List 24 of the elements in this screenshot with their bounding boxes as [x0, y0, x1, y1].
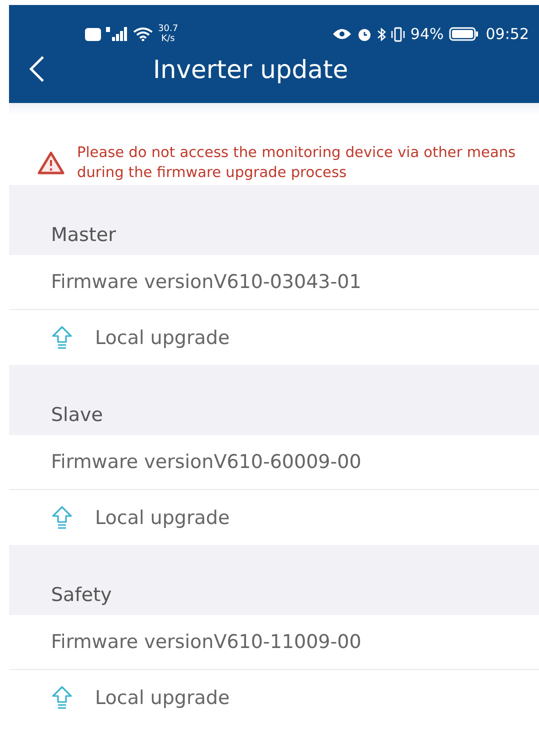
battery-percent: 94%	[410, 25, 444, 43]
signal-icon	[106, 27, 128, 41]
wifi-icon	[133, 27, 153, 41]
warning-icon	[37, 150, 65, 174]
clock-time: 09:52	[486, 25, 529, 43]
eye-icon	[332, 28, 352, 40]
section-title: Safety	[51, 584, 112, 606]
firmware-version: Firmware versionV610-11009-00	[51, 631, 362, 653]
upload-arrow-icon	[51, 324, 73, 350]
back-button[interactable]	[29, 55, 45, 83]
page-title: Inverter update	[153, 54, 348, 84]
upload-arrow-icon	[51, 684, 73, 710]
section-title: Master	[51, 224, 116, 246]
section-title: Slave	[51, 404, 103, 426]
firmware-version: Firmware versionV610-03043-01	[51, 271, 362, 293]
network-speed: 30.7	[158, 24, 178, 34]
firmware-version: Firmware versionV610-60009-00	[51, 451, 362, 473]
warning-message: Please do not access the monitoring device via other means during the firmware upgrade process	[77, 144, 517, 182]
bluetooth-icon	[377, 26, 386, 42]
alarm-icon	[357, 26, 372, 42]
vibrate-icon	[391, 26, 406, 42]
speed-unit: K/s	[161, 34, 175, 44]
battery-icon	[448, 27, 479, 41]
upload-arrow-icon	[51, 504, 73, 530]
